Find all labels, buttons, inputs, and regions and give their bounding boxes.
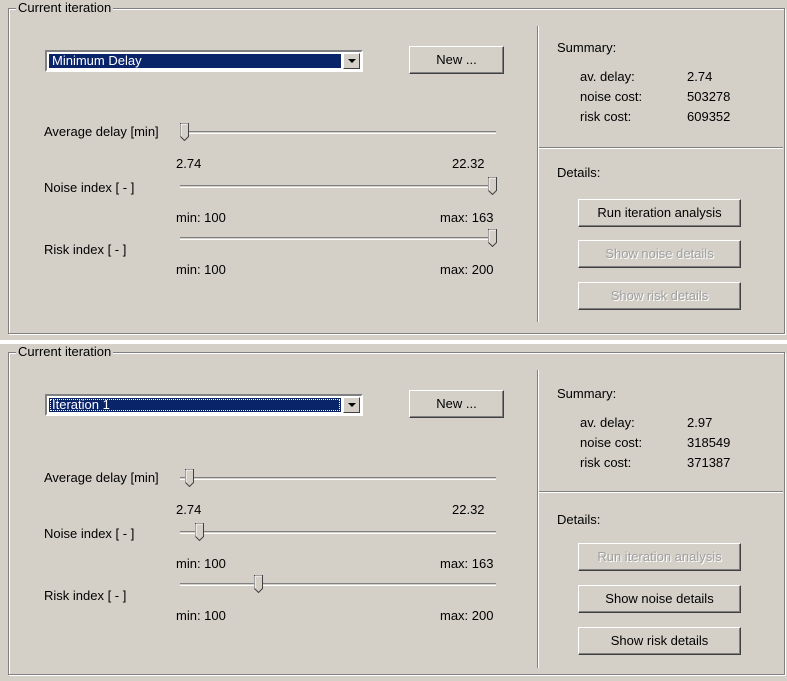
- details-title: Details:: [557, 512, 601, 527]
- risk-index-max: max: 200: [440, 608, 494, 623]
- avg-delay-slider[interactable]: [180, 122, 496, 142]
- summary-av-delay-label: av. delay:: [580, 415, 635, 430]
- show-risk-details-button[interactable]: Show risk details: [578, 627, 741, 655]
- iteration-panel-2: Current iteration Iteration 1 New ... Av…: [0, 344, 787, 681]
- horizontal-divider: [539, 147, 783, 149]
- noise-index-min: min: 100: [176, 210, 226, 225]
- summary-noise-cost-label: noise cost:: [580, 435, 643, 450]
- avg-delay-max: 22.32: [452, 502, 485, 517]
- slider-thumb[interactable]: [180, 123, 189, 141]
- avg-delay-label: Average delay [min]: [44, 470, 159, 485]
- summary-av-delay-value: 2.74: [687, 69, 713, 84]
- risk-index-slider[interactable]: [180, 228, 497, 248]
- vertical-divider: [537, 370, 539, 668]
- run-iteration-analysis-button[interactable]: Run iteration analysis: [578, 543, 741, 571]
- iteration-panel-1: Current iteration Minimum Delay New ... …: [0, 0, 787, 340]
- new-iteration-button[interactable]: New ...: [409, 46, 504, 74]
- noise-index-slider[interactable]: [180, 176, 497, 196]
- show-risk-details-button[interactable]: Show risk details: [578, 282, 741, 310]
- slider-track: [180, 583, 496, 586]
- noise-index-max: max: 163: [440, 210, 494, 225]
- summary-av-delay-label: av. delay:: [580, 69, 635, 84]
- summary-risk-cost-value: 371387: [687, 455, 731, 470]
- noise-index-min: min: 100: [176, 556, 226, 571]
- summary-av-delay-value: 2.97: [687, 415, 713, 430]
- iteration-select-value: Iteration 1: [49, 398, 341, 412]
- noise-index-max: max: 163: [440, 556, 494, 571]
- summary-noise-cost-value: 318549: [687, 435, 731, 450]
- summary-noise-cost-label: noise cost:: [580, 89, 643, 104]
- iteration-select[interactable]: Minimum Delay: [45, 50, 363, 72]
- chevron-down-icon[interactable]: [343, 53, 360, 69]
- avg-delay-min: 2.74: [176, 156, 202, 171]
- noise-index-label: Noise index [ - ]: [44, 180, 135, 195]
- avg-delay-slider[interactable]: [180, 468, 496, 488]
- group-title: Current iteration: [16, 344, 114, 360]
- details-title: Details:: [557, 165, 601, 180]
- risk-index-min: min: 100: [176, 608, 226, 623]
- summary-risk-cost-label: risk cost:: [580, 455, 632, 470]
- risk-index-min: min: 100: [176, 262, 226, 277]
- slider-thumb[interactable]: [184, 469, 194, 487]
- noise-index-slider[interactable]: [180, 522, 496, 542]
- group-title: Current iteration: [16, 0, 114, 16]
- horizontal-divider: [539, 491, 783, 493]
- new-iteration-button[interactable]: New ...: [409, 390, 504, 418]
- slider-track: [180, 131, 496, 134]
- iteration-select[interactable]: Iteration 1: [45, 394, 363, 416]
- summary-noise-cost-value: 503278: [687, 89, 731, 104]
- slider-thumb[interactable]: [488, 177, 497, 195]
- avg-delay-label: Average delay [min]: [44, 124, 159, 139]
- chevron-down-icon[interactable]: [343, 397, 360, 413]
- slider-track: [180, 237, 496, 240]
- summary-risk-cost-value: 609352: [687, 109, 731, 124]
- risk-index-label: Risk index [ - ]: [44, 588, 127, 603]
- vertical-divider: [537, 26, 539, 322]
- summary-title: Summary:: [557, 40, 617, 55]
- slider-thumb[interactable]: [195, 523, 205, 541]
- avg-delay-min: 2.74: [176, 502, 202, 517]
- slider-track: [180, 185, 496, 188]
- summary-title: Summary:: [557, 386, 617, 401]
- slider-track: [180, 477, 496, 480]
- summary-risk-cost-label: risk cost:: [580, 109, 632, 124]
- risk-index-label: Risk index [ - ]: [44, 242, 127, 257]
- avg-delay-max: 22.32: [452, 156, 485, 171]
- noise-index-label: Noise index [ - ]: [44, 526, 135, 541]
- show-noise-details-button[interactable]: Show noise details: [578, 240, 741, 268]
- run-iteration-analysis-button[interactable]: Run iteration analysis: [578, 199, 741, 227]
- risk-index-slider[interactable]: [180, 574, 496, 594]
- iteration-select-value: Minimum Delay: [49, 54, 341, 68]
- slider-track: [180, 531, 496, 534]
- slider-thumb[interactable]: [253, 575, 263, 593]
- risk-index-max: max: 200: [440, 262, 494, 277]
- show-noise-details-button[interactable]: Show noise details: [578, 585, 741, 613]
- slider-thumb[interactable]: [488, 229, 497, 247]
